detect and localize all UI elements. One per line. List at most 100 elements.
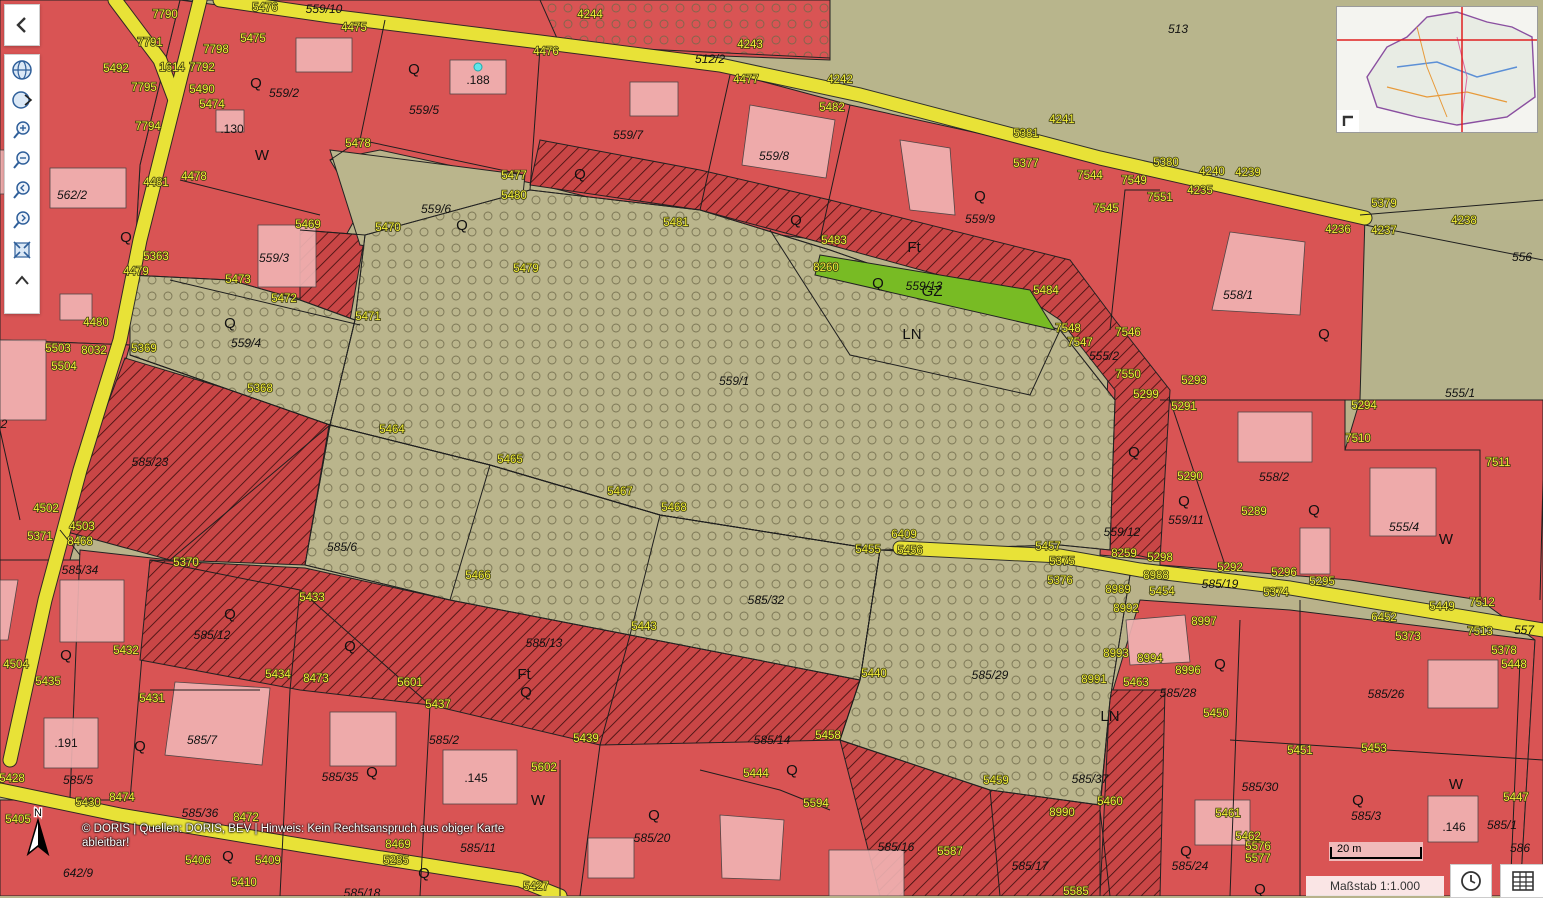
- land-use-symbol: Q: [1178, 493, 1190, 510]
- boundary-point: 8032: [81, 345, 107, 357]
- land-use-symbol: Ft: [907, 239, 921, 256]
- boundary-point: 7510: [1345, 433, 1371, 445]
- boundary-point: 8991: [1081, 674, 1107, 686]
- boundary-point: 5479: [513, 263, 539, 275]
- parcel-number: 585/5: [63, 773, 93, 787]
- parcel-number: 585/23: [132, 455, 169, 469]
- boundary-point: 5377: [1013, 158, 1039, 170]
- selected-point-marker[interactable]: [473, 62, 483, 72]
- boundary-point: 4502: [33, 503, 59, 515]
- zoom-next-icon: [13, 211, 30, 229]
- zoom-previous-button[interactable]: [5, 175, 39, 205]
- chevron-left-icon: [16, 17, 26, 33]
- boundary-point: 5466: [465, 570, 491, 582]
- parcel-number: 559/3: [259, 251, 289, 265]
- boundary-point: 7511: [1486, 457, 1511, 469]
- boundary-point: 5480: [501, 190, 527, 202]
- building-number: .146: [1442, 820, 1466, 834]
- boundary-point: 5293: [1181, 375, 1207, 387]
- rotate-globe-button[interactable]: [5, 85, 39, 115]
- parcel-number: 2: [0, 417, 8, 431]
- land-use-symbol: Q: [222, 848, 234, 865]
- history-button[interactable]: [1450, 864, 1492, 898]
- boundary-point: 5430: [75, 797, 101, 809]
- land-use-symbol: W: [1449, 776, 1464, 793]
- parcel-number: 585/20: [634, 831, 671, 845]
- table-button[interactable]: [1500, 864, 1543, 898]
- boundary-point: 5577: [1245, 853, 1271, 865]
- boundary-point: 5475: [240, 33, 266, 45]
- parcel-number: 559/4: [231, 336, 261, 350]
- cadastral-map[interactable]: 513 559/2 559/5 559/7 559/8 559/9 559/6 559/3 55…: [0, 0, 1543, 896]
- full-extent-icon: [13, 241, 31, 259]
- zoom-next-button[interactable]: [5, 205, 39, 235]
- boundary-point: 7551: [1147, 192, 1173, 204]
- boundary-point: 8990: [1049, 807, 1075, 819]
- boundary-point: 5468: [661, 502, 687, 514]
- boundary-point: 5409: [255, 855, 281, 867]
- parcel-number: 585/34: [62, 563, 99, 577]
- boundary-point: 4237: [1371, 225, 1397, 237]
- boundary-point: 4503: [69, 521, 95, 533]
- building-number: .188: [466, 73, 490, 87]
- land-use-symbol: Q: [366, 764, 378, 781]
- boundary-point: 5476: [252, 2, 278, 14]
- land-use-symbol: LN: [1100, 708, 1119, 725]
- boundary-point: 5484: [1033, 285, 1059, 297]
- boundary-point: 5373: [1395, 631, 1421, 643]
- boundary-point: 8994: [1137, 653, 1163, 665]
- land-use-symbol: Q: [1180, 843, 1192, 860]
- zoom-previous-icon: [13, 181, 30, 199]
- parcel-number: 585/3: [1351, 809, 1381, 823]
- boundary-point: 7794: [135, 121, 161, 133]
- globe-button[interactable]: [5, 55, 39, 85]
- land-use-symbol: Q: [224, 606, 236, 623]
- parcel-number: 585/17: [1012, 859, 1050, 873]
- boundary-point: 1614: [159, 62, 185, 74]
- parcel-number: 585/24: [1172, 859, 1209, 873]
- land-use-symbol: Q: [1318, 326, 1330, 343]
- land-use-symbol: Q: [60, 647, 72, 664]
- north-arrow: N: [26, 806, 50, 857]
- zoom-out-icon: [13, 151, 30, 169]
- parcel-number: 585/14: [754, 733, 791, 747]
- overview-map-image: [1337, 7, 1537, 132]
- boundary-point: 5433: [299, 592, 325, 604]
- boundary-point: 5371: [27, 531, 53, 543]
- parcel-number: 558/1: [1223, 288, 1253, 302]
- boundary-point: 4235: [1187, 185, 1213, 197]
- boundary-point: 5449: [1429, 601, 1455, 613]
- boundary-point: 5492: [103, 63, 129, 75]
- scale-text[interactable]: Maßstab 1:1.000: [1306, 876, 1444, 896]
- map-toolbar: [4, 54, 40, 314]
- zoom-in-button[interactable]: [5, 115, 39, 145]
- zoom-out-button[interactable]: [5, 145, 39, 175]
- parcel-number: 559/10: [306, 2, 343, 16]
- building-number: .130: [220, 122, 244, 136]
- parcel-number: 559/9: [965, 212, 995, 226]
- boundary-point: 5298: [1147, 552, 1173, 564]
- boundary-point: 5461: [1215, 808, 1241, 820]
- boundary-point: 4477: [733, 74, 759, 86]
- boundary-point: 5454: [1149, 586, 1175, 598]
- parcel-number: 585/29: [972, 668, 1009, 682]
- boundary-point: 8468: [67, 536, 93, 548]
- boundary-point: 5469: [295, 219, 321, 231]
- land-use-symbol: Q: [790, 212, 802, 229]
- boundary-point: 8992: [1113, 603, 1139, 615]
- boundary-point: 5474: [199, 99, 225, 111]
- boundary-point: 5440: [861, 668, 887, 680]
- land-use-symbol: Q: [648, 807, 660, 824]
- collapse-panel-button[interactable]: [4, 4, 40, 46]
- boundary-point: 5594: [803, 798, 829, 810]
- collapse-toolbar-button[interactable]: [5, 265, 39, 295]
- overview-map[interactable]: [1336, 6, 1538, 133]
- boundary-point: 7513: [1467, 626, 1493, 638]
- boundary-point: 5378: [1491, 645, 1517, 657]
- boundary-point: 5432: [113, 645, 139, 657]
- boundary-point: 8993: [1103, 648, 1129, 660]
- full-extent-button[interactable]: [5, 235, 39, 265]
- parcel-number: 556: [1512, 250, 1532, 264]
- boundary-point: 5576: [1245, 841, 1271, 853]
- overview-toggle-button[interactable]: [1337, 110, 1359, 132]
